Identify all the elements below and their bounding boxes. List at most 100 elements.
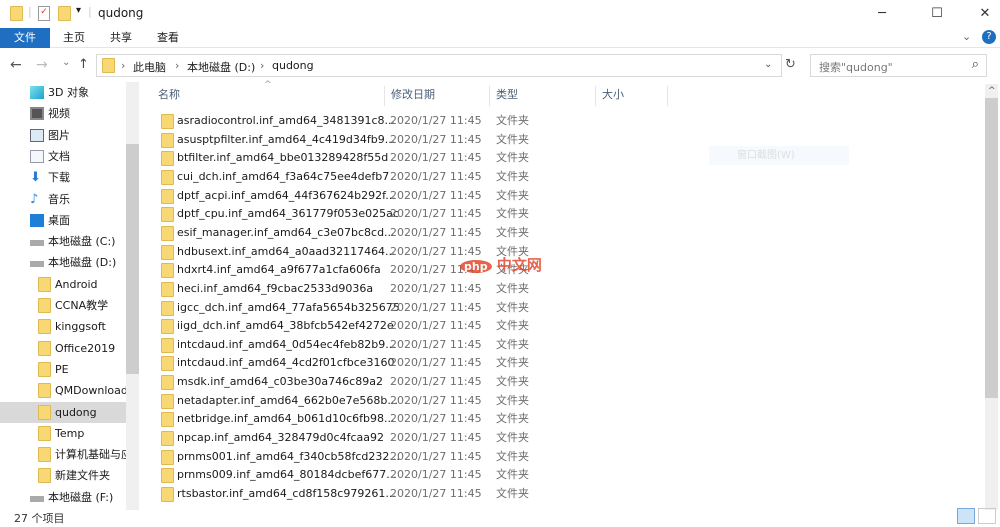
folder-icon [38,319,51,335]
breadcrumb-drive-d[interactable]: 本地磁盘 (D:) [187,59,255,75]
sidebar-item[interactable]: 3D 对象 [0,82,126,103]
sidebar-item[interactable]: 视频 [0,103,126,124]
refresh-button[interactable]: ↻ [785,57,796,72]
sidebar-item[interactable]: 新建文件夹 [0,465,126,486]
column-header-type[interactable]: 类型 [490,86,596,106]
expand-ribbon-icon[interactable]: ⌄ [962,30,971,43]
address-bar[interactable]: › 此电脑 › 本地磁盘 (D:) › qudong ⌄ [96,54,782,77]
up-button[interactable]: ↑ [78,57,89,72]
sidebar-item-label: qudong [55,405,97,419]
file-row[interactable]: igcc_dch.inf_amd64_77afa5654b325675 2020… [150,299,830,317]
file-row[interactable]: msdk.inf_amd64_c03be30a746c89a2 2020/1/2… [150,373,830,391]
sidebar-item[interactable]: qudong [0,401,126,423]
maximize-button[interactable]: ☐ [914,0,960,28]
file-row[interactable]: heci.inf_amd64_f9cbac2533d9036a 2020/1/2… [150,280,830,298]
file-row[interactable]: dptf_acpi.inf_amd64_44f367624b292f... 20… [150,187,830,205]
forward-button[interactable]: → [36,57,48,73]
folder-icon [161,375,174,391]
sidebar-item[interactable]: ♪ 音乐 [0,189,126,210]
sidebar-item[interactable]: Temp [0,423,126,444]
cube-icon [30,86,44,99]
scroll-up-icon[interactable]: ^ [988,86,996,96]
file-row[interactable]: esif_manager.inf_amd64_c3e07bc8cd... 202… [150,224,830,242]
address-dropdown-icon[interactable]: ⌄ [764,59,772,70]
tab-view[interactable]: 查看 [145,28,191,48]
sidebar-item[interactable]: 文档 [0,146,126,167]
recent-locations-button[interactable]: ⌄ [62,57,70,68]
column-header-size[interactable]: 大小 [596,86,668,106]
sidebar-scrollbar[interactable] [126,82,139,510]
sidebar-item[interactable]: 本地磁盘 (C:) [0,231,126,252]
file-date: 2020/1/27 11:45 [390,393,482,407]
sidebar-item[interactable]: CCNA教学 [0,295,126,316]
watermark-logo: php 中文网 [460,254,542,275]
column-label: 修改日期 [391,88,435,101]
breadcrumb-separator: › [175,59,180,72]
file-date: 2020/1/27 11:45 [390,207,482,221]
file-row[interactable]: netadapter.inf_amd64_662b0e7e568b... 202… [150,392,830,410]
large-icons-view-button[interactable] [978,508,996,524]
file-row[interactable]: cui_dch.inf_amd64_f3a64c75ee4defb7 2020/… [150,168,830,186]
sidebar-item[interactable]: 图片 [0,125,126,146]
search-icon[interactable]: ⌕ [972,57,979,72]
details-view-button[interactable] [957,508,975,524]
sidebar-item[interactable]: 本地磁盘 (F:) [0,487,126,508]
file-row[interactable]: asradiocontrol.inf_amd64_3481391c8... 20… [150,112,830,130]
file-name: igcc_dch.inf_amd64_77afa5654b325675 [177,300,400,314]
breadcrumb-separator: › [121,59,126,72]
file-name: rtsbastor.inf_amd64_cd8f158c979261... [177,487,396,500]
file-row[interactable]: intcdaud.inf_amd64_0d54ec4feb82b9... 202… [150,336,830,354]
tab-share[interactable]: 共享 [98,28,144,48]
file-date: 2020/1/27 11:45 [390,412,482,426]
file-name: asusptpfilter.inf_amd64_4c419d34fb9... [177,132,396,146]
folder-icon [161,431,174,447]
sidebar-item[interactable]: 本地磁盘 (D:) [0,252,126,273]
file-date: 2020/1/27 11:45 [390,375,482,389]
file-row[interactable]: prnms009.inf_amd64_80184dcbef677... 2020… [150,466,830,484]
sidebar-item-label: 文档 [48,149,70,163]
properties-icon[interactable]: ✓ [38,6,50,21]
sidebar-item[interactable]: PE [0,359,126,380]
sidebar-item-label: 图片 [48,128,70,142]
column-header-date[interactable]: 修改日期 [385,86,490,106]
tab-home[interactable]: 主页 [51,28,97,48]
file-row[interactable]: intcdaud.inf_amd64_4cd2f01cfbce3160 2020… [150,354,830,372]
file-type: 文件夹 [496,319,529,333]
file-row[interactable]: dptf_cpu.inf_amd64_361779f053e025ac 2020… [150,205,830,223]
file-row[interactable]: iigd_dch.inf_amd64_38bfcb542ef4272e 2020… [150,317,830,335]
file-name: asradiocontrol.inf_amd64_3481391c8... [177,114,395,127]
file-name: dptf_acpi.inf_amd64_44f367624b292f... [177,188,396,202]
file-type: 文件夹 [496,151,529,165]
sidebar-item[interactable]: QMDownload [0,380,126,401]
sidebar-item[interactable]: Office2019 [0,338,126,359]
folder-icon [161,263,174,279]
file-type: 文件夹 [496,449,529,463]
sidebar-scrollbar-thumb[interactable] [126,144,139,374]
breadcrumb-this-pc[interactable]: 此电脑 [133,59,166,75]
file-row[interactable]: netbridge.inf_amd64_b061d10c6fb98... 202… [150,410,830,428]
sidebar-item[interactable]: 计算机基础与应 [0,444,126,465]
folder-icon [38,468,51,484]
tab-file[interactable]: 文件 [0,28,50,48]
breadcrumb-qudong[interactable]: qudong [272,59,314,72]
file-list-scrollbar[interactable]: ^ [985,84,998,510]
back-button[interactable]: ← [10,57,22,73]
file-row[interactable]: npcap.inf_amd64_328479d0c4fcaa92 2020/1/… [150,429,830,447]
file-row[interactable]: rtsbastor.inf_amd64_cd8f158c979261... 20… [150,485,830,503]
help-icon[interactable]: ? [982,30,996,44]
sidebar-item[interactable]: Android [0,274,126,295]
file-row[interactable]: prnms001.inf_amd64_f340cb58fcd232... 202… [150,448,830,466]
quick-access-dropdown-icon[interactable]: ▾ [76,5,81,16]
file-list-scrollbar-thumb[interactable] [985,98,998,398]
folder-icon [161,393,174,409]
file-date: 2020/1/27 11:45 [390,431,482,445]
sidebar-item[interactable]: ⬇ 下载 [0,167,126,188]
new-folder-icon[interactable] [58,6,71,21]
search-input[interactable]: 搜索"qudong" ⌕ [810,54,987,77]
sidebar-item[interactable]: 桌面 [0,210,126,231]
close-button[interactable]: ✕ [962,0,1000,28]
folder-icon [38,361,51,377]
sidebar-item[interactable]: kinggsoft [0,316,126,337]
folder-icon [161,188,174,204]
minimize-button[interactable]: ─ [859,0,905,28]
